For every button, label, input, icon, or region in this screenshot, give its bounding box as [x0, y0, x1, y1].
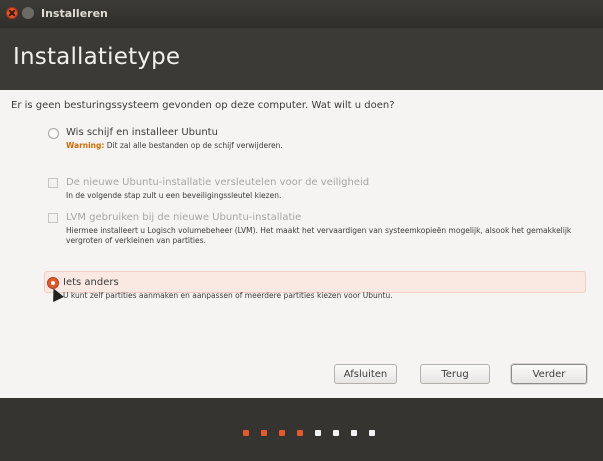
next-button[interactable]: Verder — [511, 364, 587, 384]
close-window-icon[interactable] — [6, 7, 18, 19]
page-title: Installatietype — [13, 44, 181, 70]
progress-dot — [243, 430, 249, 436]
warning-text: Dit zal alle bestanden op de schijf verw… — [106, 141, 283, 150]
question-text: Er is geen besturingssysteem gevonden op… — [11, 100, 395, 111]
option-lvm-label[interactable]: LVM gebruiken bij de nieuwe Ubuntu-insta… — [66, 212, 301, 223]
checkbox-encrypt[interactable] — [48, 178, 58, 188]
progress-dot — [351, 430, 357, 436]
option-encrypt-label[interactable]: De nieuwe Ubuntu-installatie versleutele… — [66, 177, 369, 188]
installer-window: Installeren Installatietype Er is geen b… — [0, 0, 603, 461]
option-erase-disk-description: Warning: Dit zal alle bestanden op de sc… — [66, 141, 596, 151]
option-something-else-description: U kunt zelf partities aanmaken en aanpas… — [63, 291, 393, 300]
minimize-window-icon[interactable] — [22, 7, 34, 19]
progress-dot — [369, 430, 375, 436]
progress-dots — [243, 430, 375, 436]
back-button[interactable]: Terug — [420, 364, 490, 384]
option-erase-disk-label[interactable]: Wis schijf en installeer Ubuntu — [66, 127, 218, 138]
title-bar: Installeren — [0, 0, 603, 28]
progress-dot — [297, 430, 303, 436]
checkbox-lvm[interactable] — [48, 213, 58, 223]
warning-label: Warning: — [66, 141, 105, 150]
progress-dot — [279, 430, 285, 436]
radio-erase-disk[interactable] — [48, 128, 59, 139]
page-header: Installatietype — [0, 28, 603, 90]
option-encrypt-description: In de volgende stap zult u een beveiligi… — [66, 191, 282, 200]
window-title: Installeren — [41, 7, 108, 20]
option-lvm-description: Hiermee installeert u Logisch volumebehe… — [66, 226, 572, 245]
progress-dot — [261, 430, 267, 436]
option-something-else-highlight[interactable] — [44, 271, 586, 293]
progress-dot — [333, 430, 339, 436]
progress-dot — [315, 430, 321, 436]
option-something-else-label[interactable]: Iets anders — [63, 277, 119, 288]
quit-button[interactable]: Afsluiten — [334, 364, 397, 384]
